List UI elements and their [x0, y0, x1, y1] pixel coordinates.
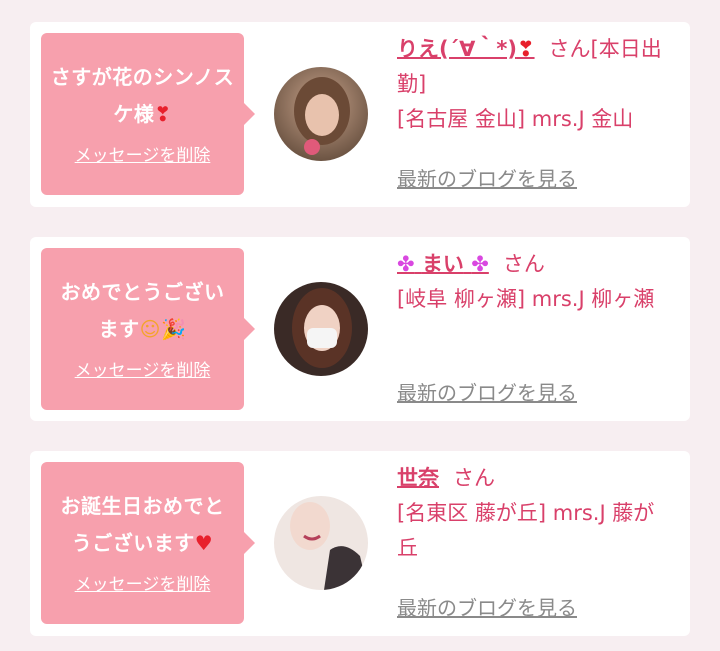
sender-name-link[interactable]: ✤ まい ✤ — [397, 252, 489, 276]
sender-info: りえ(´∀｀*)❣ さん[本日出勤] [名古屋 金山] mrs.J 金山 — [397, 32, 669, 137]
avatar-photo — [274, 67, 368, 161]
delete-message-link[interactable]: メッセージを削除 — [75, 356, 211, 381]
latest-blog-link[interactable]: 最新のブログを見る — [397, 377, 577, 406]
delete-message-link[interactable]: メッセージを削除 — [75, 141, 211, 166]
honorific: さん — [548, 37, 591, 61]
message-bubble: おめでとうございます☺🎉 メッセージを削除 — [41, 248, 255, 410]
sender-name-link[interactable]: 世奈 — [397, 466, 439, 490]
avatar-photo — [274, 282, 368, 376]
message-bubble: お誕生日おめでとうございます♥ メッセージを削除 — [41, 462, 255, 624]
avatar[interactable] — [274, 282, 368, 376]
message-bubble: さすが花のシンノスケ様❣ メッセージを削除 — [41, 33, 255, 195]
clover-icon: ✤ — [397, 252, 415, 276]
sender-name-link[interactable]: りえ(´∀｀*)❣ — [397, 37, 535, 61]
message-card: さすが花のシンノスケ様❣ メッセージを削除 りえ(´∀｀*)❣さん[本日出勤] — [30, 22, 690, 207]
sender-info: ✤ まい ✤ さん [岐阜 柳ヶ瀬] mrs.J 柳ヶ瀬 — [397, 247, 669, 317]
message-text: お誕生日おめでとうございます♥ — [60, 494, 225, 555]
heart-icon: ♥ — [194, 531, 214, 555]
heart-exclamation-icon: ❣ — [516, 37, 535, 61]
smile-icon: ☺ — [139, 317, 161, 341]
avatar-photo — [274, 496, 368, 590]
avatar[interactable] — [274, 67, 368, 161]
message-card: おめでとうございます☺🎉 メッセージを削除 ✤ まい ✤ さん [岐阜 柳ヶ瀬] … — [30, 237, 690, 421]
delete-message-link[interactable]: メッセージを削除 — [75, 570, 211, 595]
message-list: さすが花のシンノスケ様❣ メッセージを削除 りえ(´∀｀*)❣さん[本日出勤] — [0, 0, 720, 651]
message-text: おめでとうございます☺🎉 — [60, 280, 225, 341]
latest-blog-link[interactable]: 最新のブログを見る — [397, 163, 577, 192]
message-text: さすが花のシンノスケ様❣ — [50, 65, 235, 126]
clover-icon: ✤ — [471, 252, 489, 276]
party-popper-icon: 🎉 — [160, 317, 187, 341]
shop-location: [名古屋 金山] mrs.J 金山 — [397, 107, 634, 131]
shop-location: [岐阜 柳ヶ瀬] mrs.J 柳ヶ瀬 — [397, 287, 655, 311]
shop-location: [名東区 藤が丘] mrs.J 藤が丘 — [397, 501, 655, 560]
heart-exclamation-icon: ❣ — [154, 102, 172, 126]
latest-blog-link[interactable]: 最新のブログを見る — [397, 592, 577, 621]
avatar[interactable] — [274, 496, 368, 590]
message-card: お誕生日おめでとうございます♥ メッセージを削除 世奈 さん [名東区 藤が丘] … — [30, 451, 690, 636]
honorific: さん — [502, 252, 545, 276]
honorific: さん — [453, 466, 495, 490]
sender-info: 世奈 さん [名東区 藤が丘] mrs.J 藤が丘 — [397, 461, 669, 566]
